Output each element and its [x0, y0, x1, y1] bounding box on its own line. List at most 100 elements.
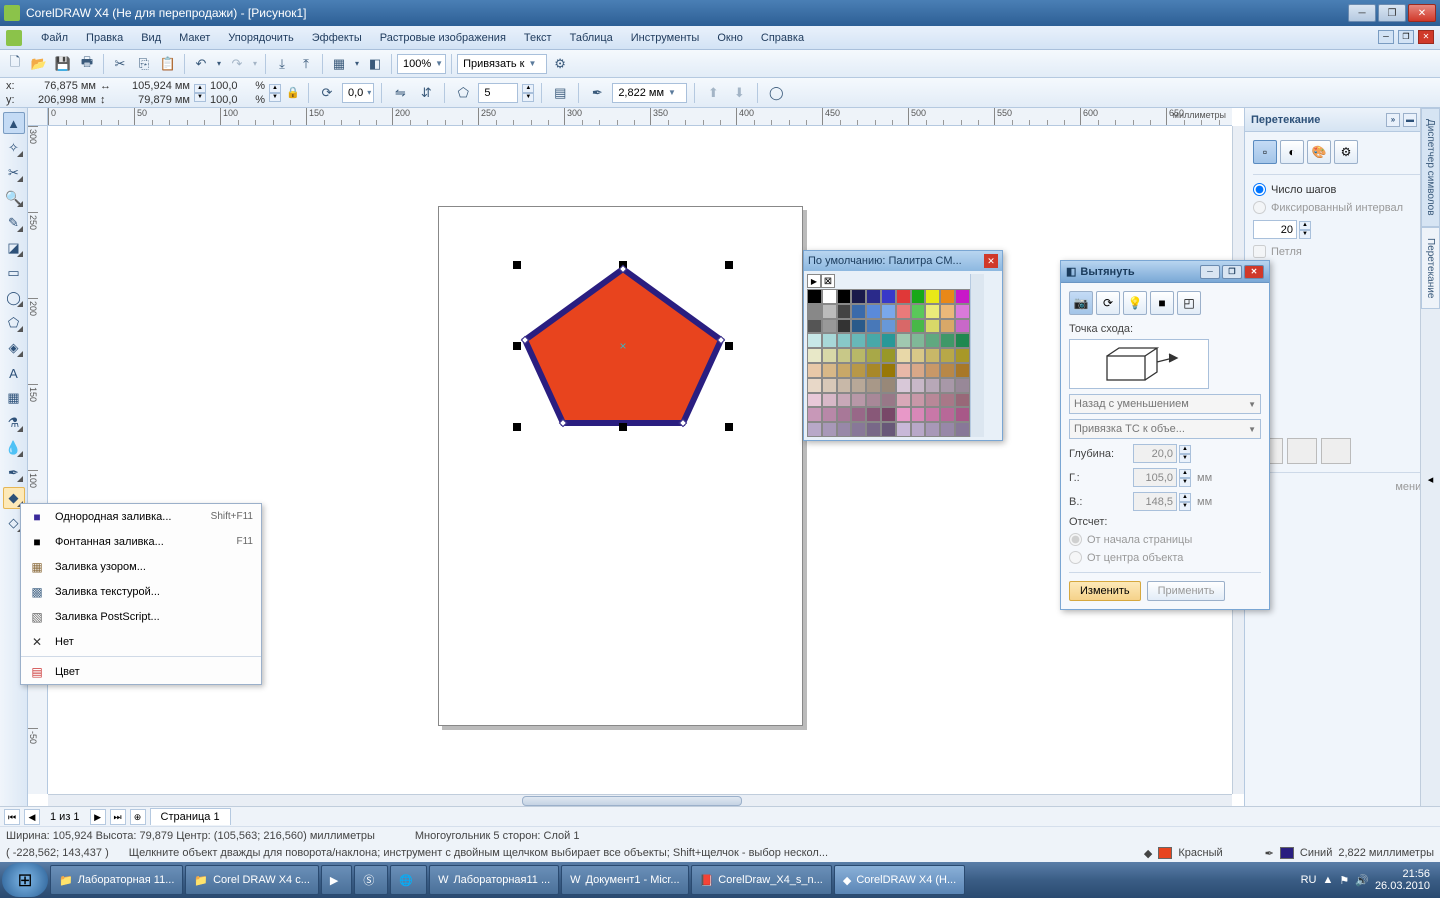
extrude-apply-button[interactable]: Применить — [1147, 581, 1226, 601]
docker-collapse-button[interactable]: » — [1386, 113, 1400, 127]
extrude-type-select[interactable]: Назад с уменьшением▼ — [1069, 394, 1261, 414]
color-swatch[interactable] — [822, 304, 837, 319]
selection[interactable]: × — [513, 261, 733, 431]
color-swatch[interactable] — [940, 289, 955, 304]
horizontal-scrollbar[interactable] — [48, 794, 1232, 806]
app-launcher-dropdown[interactable]: ▾ — [352, 53, 362, 75]
fill-menu-item[interactable]: ▦Заливка узором... — [21, 554, 261, 579]
color-swatch[interactable] — [940, 393, 955, 408]
color-swatch[interactable] — [866, 407, 881, 422]
mirror-v-button[interactable]: ⇵ — [415, 82, 437, 104]
blend-end-button[interactable] — [1321, 438, 1351, 464]
extrude-docker[interactable]: ◧ Вытянуть ─ ❐ ✕ 📷 ⟳ 💡 ■ ◰ Точка схода: … — [1060, 260, 1270, 610]
ref-page-radio[interactable]: От начала страницы — [1069, 533, 1261, 546]
color-swatch[interactable] — [911, 333, 926, 348]
extrude-tab-camera[interactable]: 📷 — [1069, 291, 1093, 315]
blend-apply-button[interactable]: менить — [1253, 481, 1432, 493]
color-swatch[interactable] — [807, 319, 822, 334]
color-swatch[interactable] — [896, 422, 911, 437]
taskbar-item[interactable]: 📕CorelDraw_X4_s_n... — [691, 865, 832, 895]
next-page-button[interactable]: ▶ — [90, 809, 106, 825]
scale-spinner[interactable]: ▲▼ — [269, 84, 281, 102]
last-page-button[interactable]: ⏭ — [110, 809, 126, 825]
color-swatch[interactable] — [837, 422, 852, 437]
docker-tab-symbols[interactable]: Диспетчер символов — [1421, 108, 1440, 227]
zoom-tool[interactable]: 🔍 — [3, 187, 25, 209]
taskbar-item[interactable]: ◆CorelDRAW X4 (Н... — [834, 865, 965, 895]
page-tab[interactable]: Страница 1 — [150, 808, 231, 825]
color-swatch[interactable] — [822, 393, 837, 408]
color-swatch[interactable] — [822, 289, 837, 304]
text-tool[interactable]: A — [3, 362, 25, 384]
handle-bc[interactable] — [619, 423, 627, 431]
color-swatch[interactable] — [866, 363, 881, 378]
minimize-button[interactable]: ─ — [1348, 4, 1376, 22]
color-swatch[interactable] — [881, 319, 896, 334]
color-swatch[interactable] — [925, 407, 940, 422]
color-swatch[interactable] — [911, 422, 926, 437]
extrude-tab-light[interactable]: 💡 — [1123, 291, 1147, 315]
copy-button[interactable]: ⎘ — [133, 53, 155, 75]
color-swatch[interactable] — [940, 348, 955, 363]
color-swatch[interactable] — [837, 333, 852, 348]
color-swatch[interactable] — [940, 319, 955, 334]
v-input[interactable]: ▲▼ — [1133, 492, 1191, 511]
ellipse-tool[interactable]: ◯ — [3, 287, 25, 309]
taskbar-item[interactable]: 📁Corel DRAW X4 с... — [185, 865, 318, 895]
blend-fixed-radio[interactable]: Фиксированный интервал — [1253, 201, 1432, 214]
color-swatch[interactable] — [896, 304, 911, 319]
welcome-button[interactable]: ◧ — [364, 53, 386, 75]
export-button[interactable]: ⤒ — [295, 53, 317, 75]
palette-header[interactable]: По умолчанию: Палитра CM... ✕ — [804, 251, 1002, 271]
color-swatch[interactable] — [940, 422, 955, 437]
color-swatch[interactable] — [866, 289, 881, 304]
color-swatch[interactable] — [837, 393, 852, 408]
taskbar-item[interactable]: 🌐 — [390, 865, 427, 895]
color-swatch[interactable] — [955, 378, 970, 393]
handle-mr[interactable] — [725, 342, 733, 350]
color-swatch[interactable] — [955, 304, 970, 319]
first-page-button[interactable]: ⏮ — [4, 809, 20, 825]
color-swatch[interactable] — [837, 289, 852, 304]
color-swatch[interactable] — [925, 378, 940, 393]
color-swatch[interactable] — [955, 289, 970, 304]
color-swatch[interactable] — [925, 348, 940, 363]
color-swatch[interactable] — [881, 333, 896, 348]
color-swatch[interactable] — [940, 378, 955, 393]
color-swatch[interactable] — [925, 422, 940, 437]
fill-menu-item[interactable]: ▧Заливка PostScript... — [21, 604, 261, 629]
menu-text[interactable]: Текст — [515, 27, 561, 49]
color-swatch[interactable] — [955, 407, 970, 422]
handle-bl[interactable] — [513, 423, 521, 431]
add-page-button[interactable]: ⊕ — [130, 809, 146, 825]
menu-table[interactable]: Таблица — [561, 27, 622, 49]
color-swatch[interactable] — [822, 378, 837, 393]
redo-button[interactable]: ↷ — [226, 53, 248, 75]
color-swatch[interactable] — [837, 407, 852, 422]
color-swatch[interactable] — [837, 348, 852, 363]
color-swatch[interactable] — [940, 407, 955, 422]
color-swatch[interactable] — [881, 348, 896, 363]
color-swatch[interactable] — [881, 393, 896, 408]
color-swatch[interactable] — [925, 319, 940, 334]
fill-menu-item[interactable]: ▤Цвет — [21, 659, 261, 684]
no-fill-swatch[interactable]: ⊠ — [821, 274, 835, 288]
fill-menu-item[interactable]: ■Однородная заливка...Shift+F11 — [21, 504, 261, 529]
color-swatch[interactable] — [881, 407, 896, 422]
color-swatch[interactable] — [896, 407, 911, 422]
pick-tool[interactable]: ▲ — [3, 112, 25, 134]
outline-swatch[interactable] — [1280, 847, 1294, 859]
color-swatch[interactable] — [807, 422, 822, 437]
color-swatch[interactable] — [822, 333, 837, 348]
blend-docker-header[interactable]: Перетекание » ▬ ✕ — [1245, 108, 1440, 132]
color-swatch[interactable] — [911, 378, 926, 393]
smart-fill-tool[interactable]: ◪ — [3, 237, 25, 259]
menu-edit[interactable]: Правка — [77, 27, 132, 49]
h-input[interactable]: ▲▼ — [1133, 468, 1191, 487]
blend-loop-check[interactable]: Петля — [1253, 245, 1432, 258]
options-button[interactable]: ⚙ — [549, 53, 571, 75]
sides-spinner[interactable]: ▲▼ — [522, 84, 534, 102]
color-swatch[interactable] — [807, 407, 822, 422]
color-swatch[interactable] — [851, 407, 866, 422]
color-swatch[interactable] — [881, 289, 896, 304]
